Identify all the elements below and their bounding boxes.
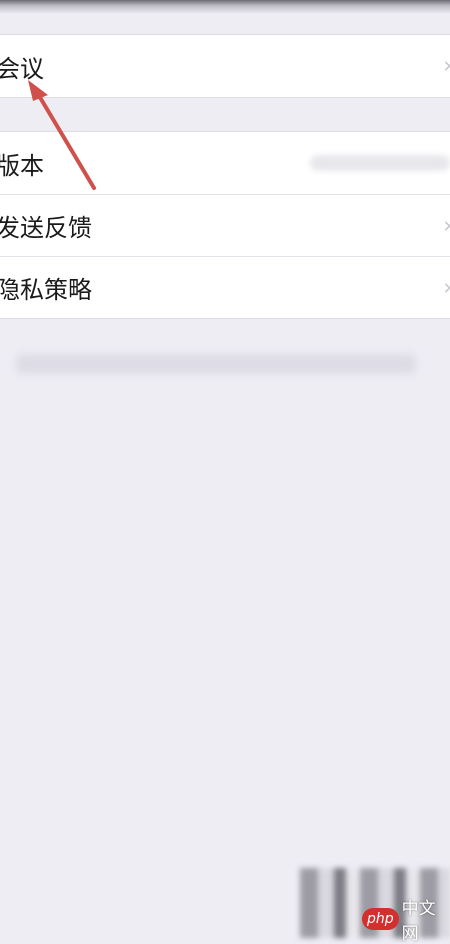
chevron-right-icon: › [443, 275, 450, 300]
settings-row-label: 隐私策略 [0, 276, 92, 304]
settings-row-version: 版本 [0, 132, 450, 194]
settings-row-privacy[interactable]: 隐私策略 › [0, 256, 450, 318]
watermark-badge: php [362, 908, 399, 930]
settings-group-about: 版本 发送反馈 › 隐私策略 › [0, 131, 450, 319]
settings-row-feedback[interactable]: 发送反馈 › [0, 194, 450, 256]
settings-row-label: 发送反馈 [0, 214, 92, 242]
watermark-text: 中文网 [401, 899, 436, 944]
status-bar-edge [0, 0, 450, 14]
settings-group-meeting: 会议 › [0, 34, 450, 98]
settings-row-label: 版本 [0, 151, 44, 180]
settings-row-meeting[interactable]: 会议 › [0, 35, 450, 97]
watermark-logo: php 中文网 [362, 899, 450, 944]
chevron-right-icon: › [443, 54, 450, 79]
chevron-right-icon: › [443, 213, 450, 238]
version-value-blurred [310, 155, 450, 171]
settings-row-label: 会议 [0, 54, 44, 83]
footnote-blurred [16, 354, 416, 374]
